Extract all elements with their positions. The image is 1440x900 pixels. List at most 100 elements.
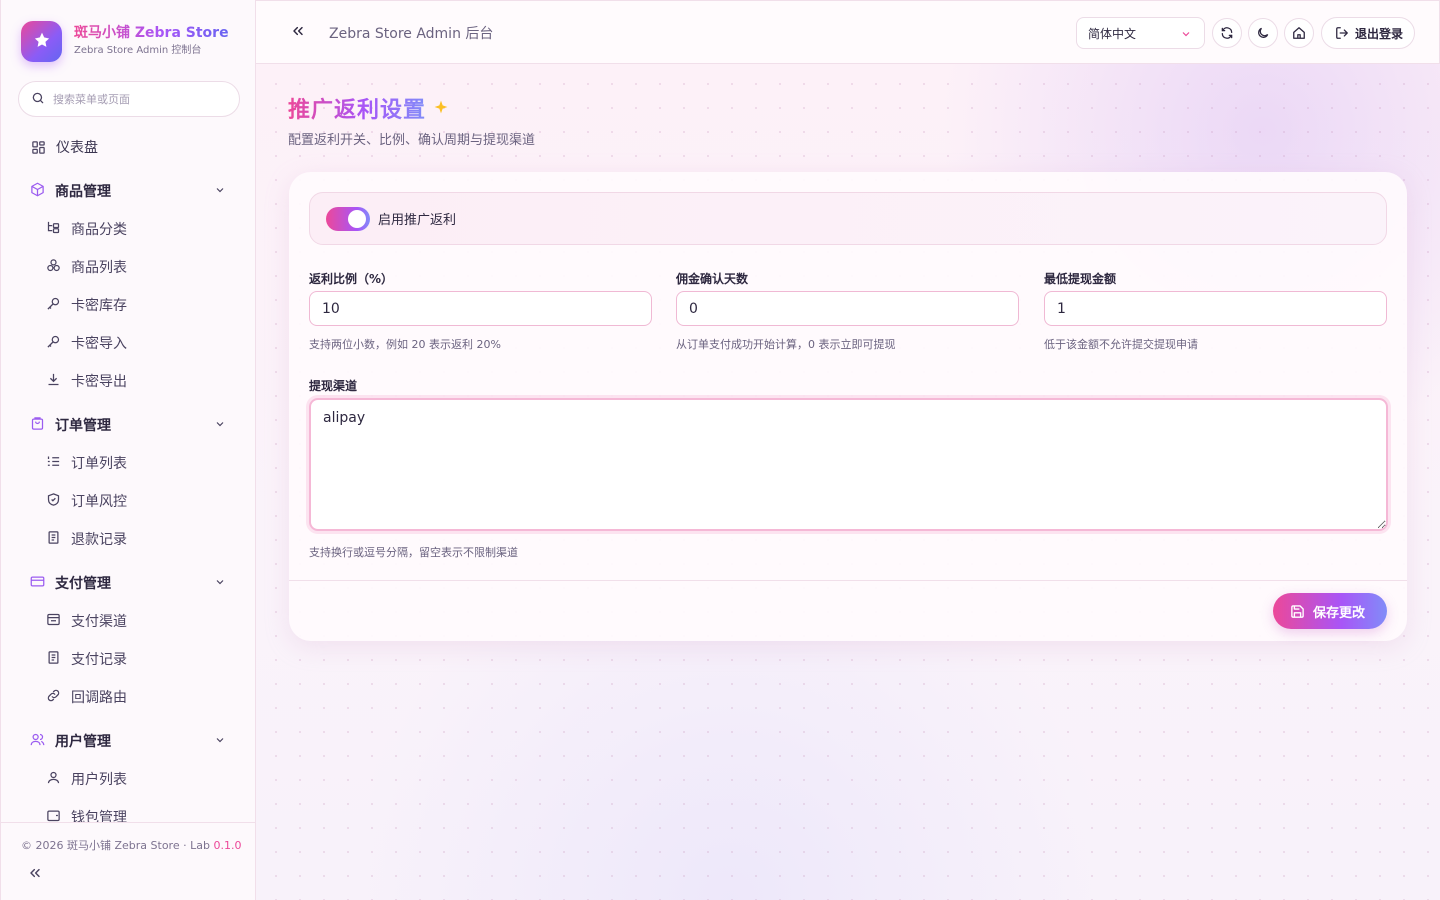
- header-title: Zebra Store Admin 后台: [329, 26, 494, 42]
- credit-card-icon: [30, 574, 45, 593]
- enable-rebate-row: 启用推广返利: [309, 192, 1387, 245]
- sidebar-item-label: 退款记录: [71, 532, 127, 548]
- copyright-label: © 2026 斑马小铺 Zebra Store · Lab: [21, 839, 214, 852]
- collapse-sidebar-button[interactable]: [27, 865, 45, 883]
- user-icon: [46, 770, 61, 789]
- withdraw-channels-textarea[interactable]: alipay: [311, 400, 1386, 529]
- sidebar-item-card-export[interactable]: 卡密导出: [18, 362, 240, 400]
- min-withdraw-field: 最低提现金额 低于该金额不允许提交提现申请: [1044, 270, 1387, 352]
- cube-icon: [30, 182, 45, 201]
- toggle-sidebar-button[interactable]: [290, 23, 308, 41]
- sidebar-item-label: 钱包管理: [71, 810, 127, 822]
- sidebar-item-product-category[interactable]: 商品分类: [18, 210, 240, 248]
- brand[interactable]: 斑马小铺 Zebra Store Zebra Store Admin 控制台: [21, 20, 241, 62]
- folder-tree-icon: [46, 220, 61, 239]
- confirm-days-label: 佣金确认天数: [676, 272, 749, 286]
- sidebar-group-payments[interactable]: 支付管理: [18, 564, 240, 602]
- sidebar-item-refund-records[interactable]: 退款记录: [18, 520, 240, 558]
- key-icon: [46, 334, 61, 353]
- sidebar-item-callback-routes[interactable]: 回调路由: [18, 678, 240, 716]
- sidebar-item-label: 订单风控: [71, 494, 127, 510]
- chevron-down-icon: [214, 418, 226, 434]
- chevrons-left-icon: [293, 26, 303, 36]
- sidebar-footer: © 2026 斑马小铺 Zebra Store · Lab 0.1.0: [1, 822, 256, 900]
- language-select[interactable]: 简体中文: [1076, 17, 1205, 49]
- switch-knob: [348, 209, 366, 228]
- chevron-down-icon: [1180, 28, 1192, 43]
- sidebar-item-wallet[interactable]: 钱包管理: [18, 798, 240, 822]
- sidebar-item-product-list[interactable]: 商品列表: [18, 248, 240, 286]
- moon-icon: [1258, 27, 1269, 38]
- sidebar-group-orders[interactable]: 订单管理: [18, 406, 240, 444]
- sidebar-item-card-stock[interactable]: 卡密库存: [18, 286, 240, 324]
- sidebar-group-products[interactable]: 商品管理: [18, 172, 240, 210]
- page-subtitle: 配置返利开关、比例、确认周期与提现渠道: [288, 133, 536, 148]
- sidebar-item-order-list[interactable]: 订单列表: [18, 444, 240, 482]
- refresh-button[interactable]: [1212, 18, 1242, 48]
- sidebar-item-payment-records[interactable]: 支付记录: [18, 640, 240, 678]
- menu-search[interactable]: [18, 81, 240, 117]
- wallet-icon: [46, 808, 61, 823]
- download-icon: [46, 372, 61, 391]
- min-withdraw-input[interactable]: [1044, 291, 1387, 326]
- key-icon: [46, 296, 61, 315]
- logout-icon: [1336, 27, 1348, 39]
- chevron-down-icon: [214, 734, 226, 750]
- save-button[interactable]: 保存更改: [1273, 593, 1387, 629]
- confirm-days-input[interactable]: [676, 291, 1019, 326]
- link-icon: [46, 688, 61, 707]
- sidebar-item-label: 用户列表: [71, 772, 127, 788]
- search-input[interactable]: [53, 92, 223, 106]
- shield-check-icon: [46, 492, 61, 511]
- sidebar-item-label: 卡密导出: [71, 374, 127, 390]
- page-title: 推广返利设置: [288, 92, 426, 124]
- sidebar: 斑马小铺 Zebra Store Zebra Store Admin 控制台 仪…: [0, 0, 256, 900]
- receipt-icon: [46, 530, 61, 549]
- sidebar-group-label: 商品管理: [55, 184, 111, 200]
- rebate-rate-input[interactable]: [309, 291, 652, 326]
- version-label: 0.1.0: [213, 839, 242, 852]
- chevron-down-icon: [214, 576, 226, 592]
- chevrons-left-icon: [30, 868, 40, 878]
- top-header: Zebra Store Admin 后台 简体中文 退出登录: [256, 0, 1440, 64]
- sidebar-item-dashboard[interactable]: 仪表盘: [18, 128, 240, 166]
- rebate-rate-label: 返利比例（%）: [309, 272, 394, 286]
- sidebar-item-label: 仪表盘: [56, 140, 98, 156]
- rebate-rate-field: 返利比例（%） 支持两位小数，例如 20 表示返利 20%: [309, 270, 652, 352]
- home-button[interactable]: [1284, 18, 1314, 48]
- sidebar-item-payment-channels[interactable]: 支付渠道: [18, 602, 240, 640]
- sidebar-item-card-import[interactable]: 卡密导入: [18, 324, 240, 362]
- main-content: 推广返利设置 配置返利开关、比例、确认周期与提现渠道 启用推广返利 返利比例（%…: [256, 64, 1440, 900]
- theme-toggle-button[interactable]: [1248, 18, 1278, 48]
- sidebar-group-users[interactable]: 用户管理: [18, 722, 240, 760]
- card-divider: [289, 580, 1407, 581]
- logout-button[interactable]: 退出登录: [1321, 17, 1415, 49]
- sparkle-icon: [434, 99, 448, 118]
- withdraw-channels-wrapper: alipay: [309, 398, 1388, 531]
- withdraw-channels-label: 提现渠道: [309, 379, 358, 393]
- enable-rebate-label: 启用推广返利: [378, 213, 457, 228]
- sidebar-item-user-list[interactable]: 用户列表: [18, 760, 240, 798]
- search-icon: [31, 90, 45, 109]
- copyright-text: © 2026 斑马小铺 Zebra Store · Lab 0.1.0: [21, 837, 241, 853]
- sidebar-item-label: 回调路由: [71, 690, 127, 706]
- sidebar-group-label: 用户管理: [55, 734, 111, 750]
- sidebar-item-label: 卡密导入: [71, 336, 127, 352]
- settings-card: 启用推广返利 返利比例（%） 支持两位小数，例如 20 表示返利 20% 佣金确…: [289, 172, 1407, 641]
- list-ordered-icon: [46, 454, 61, 473]
- sidebar-item-order-risk[interactable]: 订单风控: [18, 482, 240, 520]
- sidebar-item-label: 支付渠道: [71, 614, 127, 630]
- sidebar-nav: 仪表盘 商品管理 商品分类 商品列表 卡密库存 卡密导入 卡密导出 订单管理 订…: [18, 128, 240, 822]
- sidebar-item-label: 订单列表: [71, 456, 127, 472]
- language-value: 简体中文: [1088, 26, 1137, 41]
- users-icon: [30, 732, 45, 751]
- brand-title: 斑马小铺 Zebra Store: [74, 24, 234, 42]
- sidebar-item-label: 支付记录: [71, 652, 127, 668]
- sidebar-group-label: 订单管理: [55, 418, 111, 434]
- sidebar-item-label: 商品列表: [71, 260, 127, 276]
- save-icon: [1291, 604, 1304, 618]
- sidebar-item-label: 卡密库存: [71, 298, 127, 314]
- enable-rebate-switch[interactable]: [326, 206, 370, 231]
- wallet-box-icon: [46, 612, 61, 631]
- save-label: 保存更改: [1313, 605, 1366, 621]
